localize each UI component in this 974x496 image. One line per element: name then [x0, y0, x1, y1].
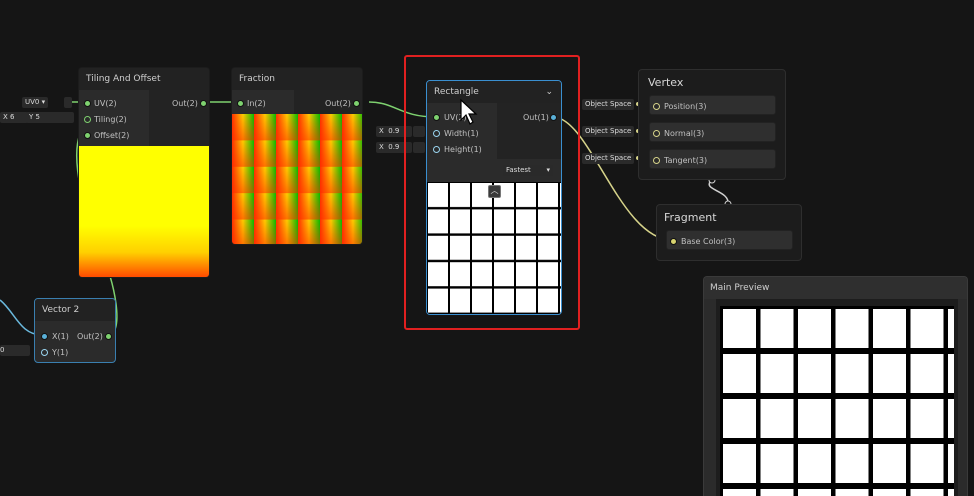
x-label: X(1) — [52, 332, 69, 341]
position-space-chip[interactable]: Object Space — [582, 99, 635, 110]
main-preview-panel[interactable]: Main Preview — [703, 276, 968, 496]
vector2-node[interactable]: Vector 2 X(1) Y(1) Out(2) — [34, 298, 116, 363]
out-label: Out(2) — [325, 99, 351, 108]
tiling-port[interactable] — [84, 116, 91, 123]
normal-space-chip[interactable]: Object Space — [582, 126, 635, 137]
y-label: Y(1) — [52, 348, 69, 357]
fraction-preview — [232, 114, 362, 244]
node-title: Fraction — [232, 68, 362, 90]
node-title: Tiling And Offset — [79, 68, 209, 90]
tiling-label: Tiling(2) — [94, 115, 127, 124]
node-title: Vector 2 — [35, 299, 115, 321]
out-port[interactable] — [200, 100, 207, 107]
fragment-title: Fragment — [664, 211, 717, 224]
offset-port[interactable] — [84, 132, 91, 139]
uv-port-connector — [64, 97, 72, 108]
uv-dropdown[interactable]: UV0 ▾ — [22, 97, 49, 108]
out-port[interactable] — [353, 100, 360, 107]
wire-vertex-fragment — [708, 179, 729, 205]
in-label: In(2) — [247, 99, 266, 108]
out-label: Out(2) — [77, 332, 103, 341]
out-port[interactable] — [105, 333, 112, 340]
vertex-context[interactable]: Vertex Position(3) Normal(3) Tangent(3) — [638, 69, 786, 180]
y-port[interactable] — [41, 349, 48, 356]
tangent-block[interactable]: Tangent(3) — [649, 149, 776, 169]
fraction-node[interactable]: Fraction In(2) Out(2) — [231, 67, 363, 245]
tiling-x-field[interactable]: X 6 — [0, 112, 28, 123]
fragment-context[interactable]: Fragment Base Color(3) — [656, 204, 802, 261]
vertex-title: Vertex — [648, 76, 684, 89]
offset-label: Offset(2) — [94, 131, 130, 140]
uv-label: UV(2) — [94, 99, 117, 108]
tiling-preview — [79, 146, 209, 277]
main-preview-title: Main Preview — [704, 277, 967, 299]
y-value-field[interactable]: 0 — [0, 345, 30, 356]
x-port[interactable] — [41, 333, 48, 340]
highlight-box — [404, 55, 580, 330]
out-label: Out(2) — [172, 99, 198, 108]
position-block[interactable]: Position(3) — [649, 95, 776, 115]
cursor-icon — [460, 98, 478, 125]
tiling-port-connector — [66, 112, 74, 123]
base-color-block[interactable]: Base Color(3) — [666, 230, 793, 250]
tangent-space-chip[interactable]: Object Space — [582, 153, 635, 164]
in-port[interactable] — [237, 100, 244, 107]
tiling-offset-node[interactable]: Tiling And Offset UV(2) Tiling(2) Offset… — [78, 67, 210, 278]
uv-port[interactable] — [84, 100, 91, 107]
normal-block[interactable]: Normal(3) — [649, 122, 776, 142]
main-preview-viewport[interactable] — [716, 299, 958, 496]
